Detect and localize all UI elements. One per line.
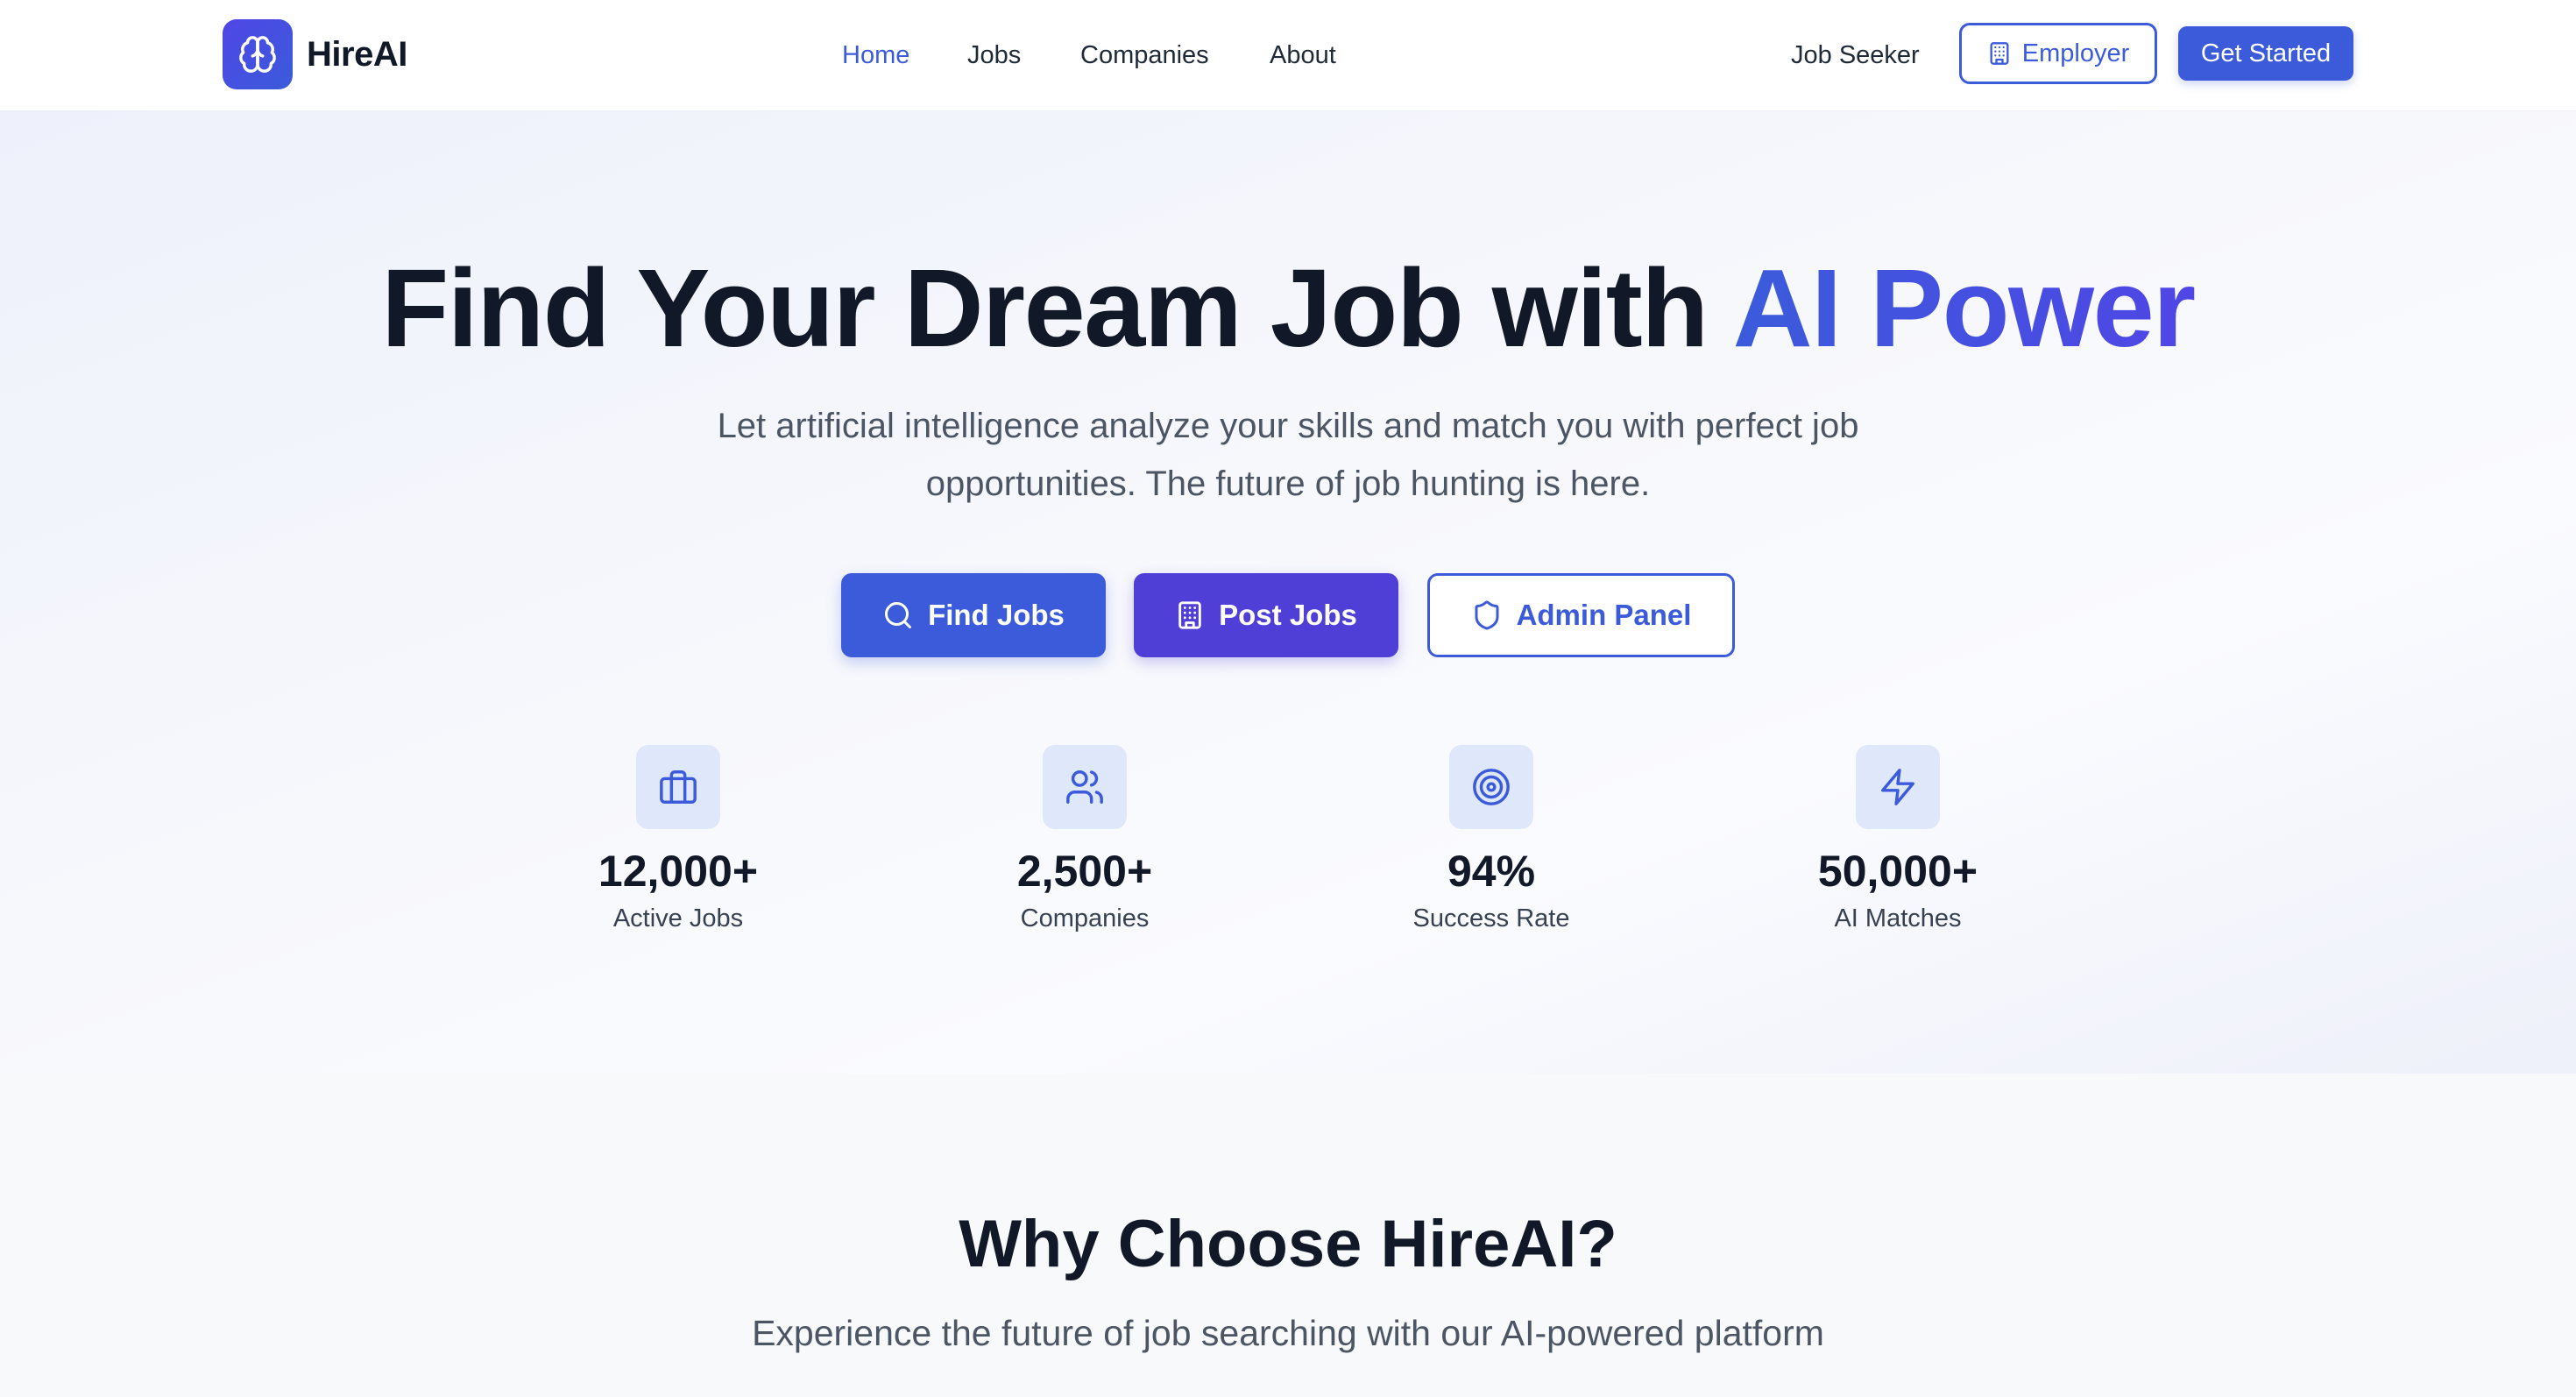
- nav-link-home[interactable]: Home: [842, 35, 909, 75]
- users-icon: [1043, 745, 1127, 829]
- search-icon: [885, 602, 912, 628]
- top-navbar: HireAI Home Jobs Companies About Job See…: [0, 0, 2576, 111]
- stat-active-jobs: 12,000+ Active Jobs: [547, 745, 810, 936]
- hero-title-accent: AI Power: [1732, 246, 2197, 370]
- why-subtitle: Experience the future of job searching w…: [752, 1313, 1824, 1353]
- stat-ai-matches: 50,000+ AI Matches: [1766, 745, 2029, 936]
- find-jobs-button[interactable]: Find Jobs: [841, 573, 1106, 657]
- nav-link-companies[interactable]: Companies: [1080, 35, 1209, 75]
- building-icon: [1178, 601, 1201, 629]
- building-icon: [1990, 42, 2009, 65]
- find-jobs-label: Find Jobs: [928, 599, 1065, 631]
- briefcase-icon: [636, 745, 720, 829]
- stat-value: 94%: [1447, 847, 1536, 896]
- shield-icon: [1475, 600, 1499, 630]
- lightning-icon: [1856, 745, 1940, 829]
- stat-value: 50,000+: [1817, 847, 1978, 896]
- stat-label: Companies: [1020, 904, 1150, 933]
- target-icon: [1449, 745, 1533, 829]
- why-choose-section: Why Choose HireAI? Experience the future…: [0, 1074, 2576, 1397]
- stat-label: AI Matches: [1834, 904, 1962, 933]
- admin-panel-label: Admin Panel: [1516, 599, 1692, 631]
- why-title: Why Choose HireAI?: [959, 1207, 1617, 1281]
- stat-success-rate: 94% Success Rate: [1360, 745, 1623, 936]
- hero-title-main: Find Your Dream Job with: [381, 246, 1733, 370]
- stat-companies: 2,500+ Companies: [953, 745, 1216, 936]
- nav-link-about[interactable]: About: [1270, 35, 1336, 75]
- nav-link-jobs[interactable]: Jobs: [967, 35, 1021, 75]
- post-jobs-label: Post Jobs: [1219, 599, 1357, 631]
- hero-section: Find Your Dream Job with AI Power Let ar…: [0, 111, 2576, 1074]
- hero-title: Find Your Dream Job with AI Power: [0, 243, 2576, 374]
- job-seeker-link[interactable]: Job Seeker: [1791, 35, 1920, 75]
- post-jobs-button[interactable]: Post Jobs: [1134, 573, 1398, 657]
- employer-button[interactable]: Employer: [1959, 23, 2157, 84]
- hero-subtitle: Let artificial intelligence analyze your…: [717, 407, 1859, 503]
- stat-value: 2,500+: [1016, 847, 1153, 896]
- get-started-button[interactable]: Get Started: [2178, 26, 2353, 81]
- admin-panel-button[interactable]: Admin Panel: [1427, 573, 1735, 657]
- stat-value: 12,000+: [598, 847, 759, 896]
- stat-label: Active Jobs: [612, 904, 744, 933]
- stat-label: Success Rate: [1412, 904, 1570, 933]
- employer-button-label: Employer: [2021, 39, 2130, 67]
